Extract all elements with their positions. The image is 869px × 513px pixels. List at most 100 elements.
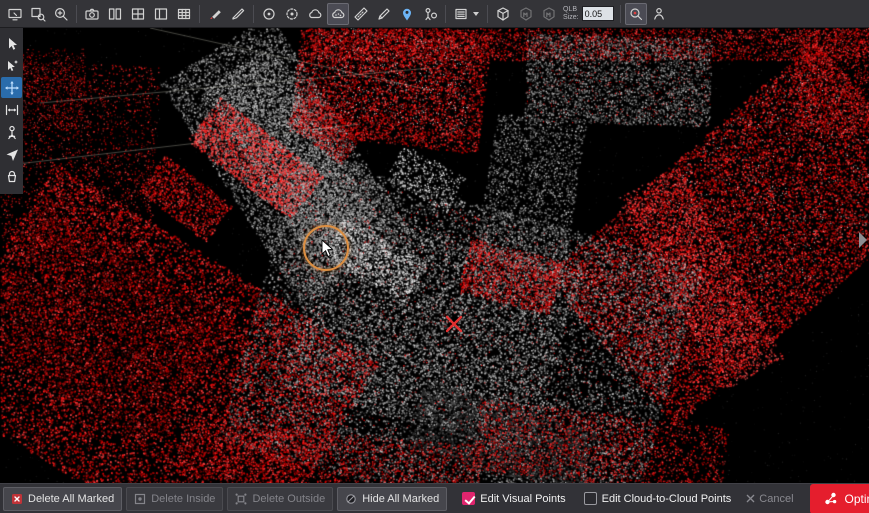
delete-marked-icon: [11, 493, 23, 505]
display-button[interactable]: [4, 3, 26, 25]
cube-m1-button[interactable]: [515, 3, 537, 25]
app-window: QLB Size: Delete All Marked: [0, 0, 869, 513]
checkbox-label: Edit Cloud-to-Cloud Points: [602, 493, 732, 505]
zoom-extents-icon: [53, 6, 69, 22]
cube-m2-icon: [541, 6, 557, 22]
menu-lines-icon: [454, 6, 470, 22]
layout-view-button[interactable]: [150, 3, 172, 25]
optimize-cluster-icon: [823, 491, 838, 506]
viewport: [0, 28, 869, 483]
blade-icon: [230, 6, 246, 22]
edit-cloud-to-cloud-checkbox[interactable]: Edit Cloud-to-Cloud Points: [584, 492, 732, 505]
qlb-size-input[interactable]: [582, 6, 614, 21]
marker-pen-button[interactable]: [204, 3, 226, 25]
cloud-mark-button[interactable]: [327, 3, 349, 25]
cube-icon: [495, 6, 511, 22]
button-label: Delete Inside: [151, 493, 215, 505]
measure-distance-icon: [4, 102, 20, 118]
bottom-bar: Delete All Marked Delete Inside Delete O…: [0, 483, 869, 513]
grid-view-icon: [130, 6, 146, 22]
location-pin-icon: [399, 6, 415, 22]
zoom-window-icon: [30, 6, 46, 22]
qlb-label-line1: QLB: [563, 6, 579, 14]
toolbar-separator: [76, 5, 77, 23]
orbit-crosshair-button[interactable]: [1, 77, 22, 98]
blade-button[interactable]: [227, 3, 249, 25]
select-cursor-button[interactable]: [1, 33, 22, 54]
optimize-label: Optimize Bundle: [845, 492, 869, 506]
delete-outside-button[interactable]: Delete Outside: [227, 487, 333, 511]
cloud-mark-icon: [330, 6, 346, 22]
qlb-label-line2: Size:: [563, 14, 579, 22]
button-label: Hide All Marked: [362, 493, 439, 505]
bucket-tool-icon: [4, 168, 20, 184]
cloud-icon: [307, 6, 323, 22]
zoom-extents-button[interactable]: [50, 3, 72, 25]
circle-target-button[interactable]: [258, 3, 280, 25]
display-icon: [7, 6, 23, 22]
top-toolbar: QLB Size:: [0, 0, 869, 28]
layout-view-icon: [153, 6, 169, 22]
table-view-button[interactable]: [173, 3, 195, 25]
scan-position-button[interactable]: [1, 121, 22, 142]
button-label: Delete Outside: [252, 493, 325, 505]
orbit-crosshair-icon: [4, 80, 20, 96]
toolbar-separator: [199, 5, 200, 23]
edit-visual-points-checkbox[interactable]: Edit Visual Points: [462, 492, 565, 505]
checkbox-box: [584, 492, 597, 505]
select-cursor-plus-button[interactable]: [1, 55, 22, 76]
navigate-arrow-button[interactable]: [1, 143, 22, 164]
cube-button[interactable]: [492, 3, 514, 25]
circle-target-icon: [261, 6, 277, 22]
marker-pen-icon: [207, 6, 223, 22]
ruler-icon: [353, 6, 369, 22]
point-cloud-canvas[interactable]: [0, 28, 869, 483]
cube-m2-button[interactable]: [538, 3, 560, 25]
qlb-size-label: QLB Size:: [563, 6, 579, 22]
left-toolbar: [0, 28, 23, 194]
button-label: Delete All Marked: [28, 493, 114, 505]
hide-marked-icon: [345, 493, 357, 505]
grid-view-button[interactable]: [127, 3, 149, 25]
split-view-button[interactable]: [104, 3, 126, 25]
camera-button[interactable]: [81, 3, 103, 25]
zoom-window-button[interactable]: [27, 3, 49, 25]
toolbar-separator: [253, 5, 254, 23]
trajectory-x-marker-icon: [444, 314, 464, 334]
person-waypoint-icon: [422, 6, 438, 22]
select-cursor-icon: [4, 36, 20, 52]
dropdown-caret-icon: [473, 12, 479, 16]
panel-expand-arrow[interactable]: [859, 232, 867, 248]
location-pin-button[interactable]: [396, 3, 418, 25]
navigate-arrow-icon: [4, 146, 20, 162]
delete-inside-icon: [134, 493, 146, 505]
hide-all-marked-button[interactable]: Hide All Marked: [337, 487, 447, 511]
toolbar-separator: [620, 5, 621, 23]
ruler-button[interactable]: [350, 3, 372, 25]
split-view-icon: [107, 6, 123, 22]
table-view-icon: [176, 6, 192, 22]
cloud-button[interactable]: [304, 3, 326, 25]
cancel-button[interactable]: Cancel: [746, 493, 793, 505]
tool-menu-dropdown[interactable]: [450, 3, 483, 25]
delete-all-marked-button[interactable]: Delete All Marked: [3, 487, 122, 511]
select-cursor-plus-icon: [4, 58, 20, 74]
person-scan-icon: [651, 6, 667, 22]
measure-distance-button[interactable]: [1, 99, 22, 120]
qlb-size-group: QLB Size:: [563, 6, 614, 22]
cancel-label: Cancel: [759, 493, 793, 505]
person-scan-button[interactable]: [648, 3, 670, 25]
circle-select-button[interactable]: [281, 3, 303, 25]
camera-icon: [84, 6, 100, 22]
delete-inside-button[interactable]: Delete Inside: [126, 487, 223, 511]
toolbar-separator: [487, 5, 488, 23]
mouse-cursor-icon: [321, 239, 335, 259]
optimize-bundle-button[interactable]: Optimize Bundle: [810, 484, 869, 513]
magnifier-marker-icon: [628, 6, 644, 22]
magnifier-marker-button[interactable]: [625, 3, 647, 25]
toolbar-separator: [445, 5, 446, 23]
scan-position-icon: [4, 124, 20, 140]
person-waypoint-button[interactable]: [419, 3, 441, 25]
pencil-button[interactable]: [373, 3, 395, 25]
bucket-tool-button[interactable]: [1, 165, 22, 186]
